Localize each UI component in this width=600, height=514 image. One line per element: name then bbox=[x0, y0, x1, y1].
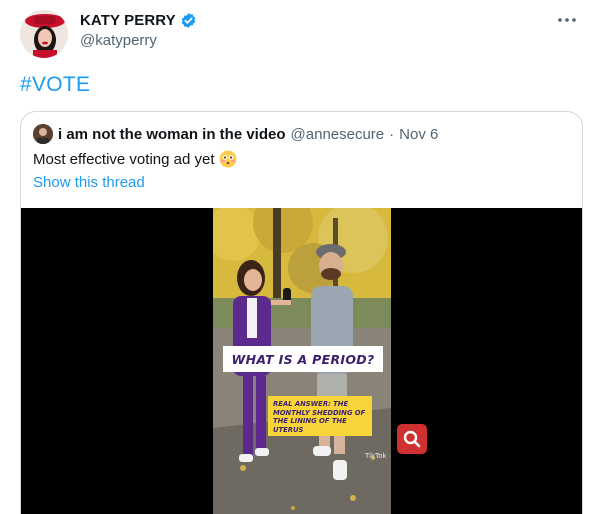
quoted-text-row: Most effective voting ad yet bbox=[33, 150, 237, 168]
overlay-question: WHAT IS A PERIOD? bbox=[223, 346, 383, 372]
search-zoom-icon[interactable] bbox=[397, 424, 427, 454]
more-options-icon[interactable] bbox=[552, 10, 582, 30]
quoted-handle: @annesecure bbox=[290, 125, 385, 143]
quoted-name: i am not the woman in the video bbox=[58, 125, 286, 143]
flushed-face-emoji bbox=[219, 150, 237, 168]
separator-dot: · bbox=[389, 125, 395, 143]
quoted-text: Most effective voting ad yet bbox=[33, 150, 215, 168]
video-frame: TikTok WHAT IS A PERIOD? REAL ANSWER: TH… bbox=[213, 208, 391, 514]
quoted-date: Nov 6 bbox=[399, 125, 439, 143]
quoted-header: i am not the woman in the video @annesec… bbox=[33, 124, 438, 144]
author-display-name[interactable]: KATY PERRY bbox=[80, 12, 176, 29]
video-player[interactable]: TikTok WHAT IS A PERIOD? REAL ANSWER: TH… bbox=[21, 208, 582, 514]
overlay-answer: REAL ANSWER: THE MONTHLY SHEDDING OF THE… bbox=[268, 396, 372, 436]
show-thread-link[interactable]: Show this thread bbox=[33, 174, 145, 191]
tiktok-watermark: TikTok bbox=[364, 452, 387, 460]
hashtag-link[interactable]: #VOTE bbox=[20, 73, 90, 97]
quoted-tweet[interactable]: i am not the woman in the video @annesec… bbox=[20, 111, 583, 514]
author-name-row[interactable]: KATY PERRY bbox=[80, 12, 197, 29]
tweet: KATY PERRY @katyperry #VOTE i am not the… bbox=[0, 0, 600, 514]
verified-badge-icon bbox=[180, 12, 197, 29]
quoted-avatar bbox=[33, 124, 53, 144]
author-handle[interactable]: @katyperry bbox=[80, 32, 157, 49]
profile-avatar[interactable] bbox=[20, 10, 68, 58]
